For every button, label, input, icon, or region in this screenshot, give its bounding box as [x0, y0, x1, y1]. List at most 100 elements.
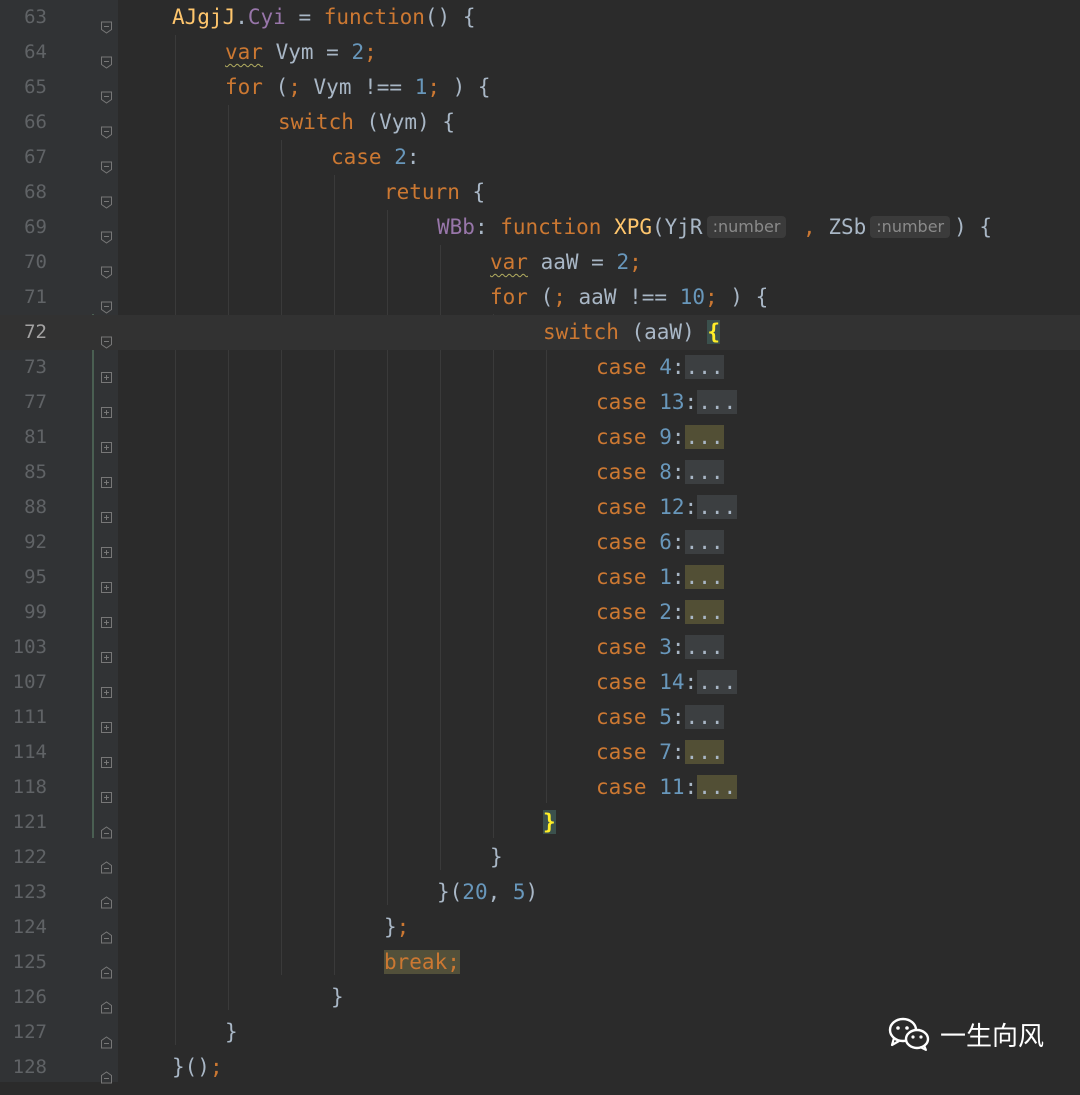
code-text[interactable]: }(); — [172, 1050, 223, 1085]
fold-end-icon[interactable] — [100, 850, 113, 874]
code-text[interactable]: case 7:... — [596, 735, 725, 770]
code-line[interactable]: 65 for (; Vym !== 1; ) { — [0, 70, 1080, 105]
fold-collapse-icon[interactable] — [100, 220, 113, 244]
fold-end-icon[interactable] — [100, 885, 113, 909]
code-line[interactable]: 114 case 7:... — [0, 735, 1080, 770]
code-text[interactable]: return { — [384, 175, 485, 210]
fold-end-icon[interactable] — [100, 1060, 113, 1084]
fold-collapse-icon[interactable] — [100, 150, 113, 174]
folded-region[interactable]: ... — [697, 775, 738, 799]
code-line[interactable]: 124}; — [0, 910, 1080, 945]
code-text[interactable]: break; — [384, 945, 460, 980]
fold-collapse-icon[interactable] — [100, 115, 113, 139]
code-line[interactable]: 66 switch (Vym) { — [0, 105, 1080, 140]
fold-expand-icon[interactable] — [100, 710, 113, 733]
code-text[interactable]: for (; aaW !== 10; ) { — [490, 280, 768, 315]
folded-region[interactable]: ... — [684, 740, 725, 764]
code-text[interactable]: }(20, 5) — [437, 875, 538, 910]
code-text[interactable]: case 2: — [331, 140, 420, 175]
code-text[interactable]: }; — [384, 910, 409, 945]
code-text[interactable]: var aaW = 2; — [490, 245, 642, 280]
code-text[interactable]: WBb: function XPG(YjR:number , ZSb:numbe… — [437, 210, 992, 245]
folded-region[interactable]: ... — [684, 600, 725, 624]
code-line[interactable]: 88 case 12:... — [0, 490, 1080, 525]
code-text[interactable]: } — [225, 1015, 238, 1050]
fold-expand-icon[interactable] — [100, 570, 113, 593]
fold-end-icon[interactable] — [100, 920, 113, 944]
fold-end-icon[interactable] — [100, 815, 113, 839]
code-line[interactable]: 73 case 4:... — [0, 350, 1080, 385]
fold-expand-icon[interactable] — [100, 430, 113, 453]
fold-end-icon[interactable] — [100, 990, 113, 1014]
code-text[interactable]: AJgjJ.Cyi = function() { — [172, 0, 475, 35]
fold-collapse-icon[interactable] — [100, 80, 113, 104]
code-line[interactable]: 121} — [0, 805, 1080, 840]
code-line[interactable]: 64 var Vym = 2; — [0, 35, 1080, 70]
fold-collapse-icon[interactable] — [100, 10, 113, 34]
code-line[interactable]: 70 var aaW = 2; — [0, 245, 1080, 280]
code-line[interactable]: 107 case 14:... — [0, 665, 1080, 700]
folded-region[interactable]: ... — [697, 390, 738, 414]
code-text[interactable]: case 13:... — [596, 385, 738, 420]
code-line[interactable]: 123}(20, 5) — [0, 875, 1080, 910]
code-text[interactable]: case 8:... — [596, 455, 725, 490]
code-text[interactable]: case 11:... — [596, 770, 738, 805]
code-line[interactable]: 85 case 8:... — [0, 455, 1080, 490]
fold-expand-icon[interactable] — [100, 535, 113, 558]
code-text[interactable]: } — [543, 805, 556, 840]
code-text[interactable]: case 6:... — [596, 525, 725, 560]
code-line[interactable]: 68 return { — [0, 175, 1080, 210]
fold-end-icon[interactable] — [100, 955, 113, 979]
code-text[interactable]: var Vym = 2; — [225, 35, 377, 70]
fold-collapse-icon[interactable] — [100, 290, 113, 314]
fold-expand-icon[interactable] — [100, 500, 113, 523]
code-text[interactable]: case 14:... — [596, 665, 738, 700]
code-text[interactable]: switch (Vym) { — [278, 105, 455, 140]
folded-region[interactable]: ... — [684, 425, 725, 449]
code-line[interactable]: 111 case 5:... — [0, 700, 1080, 735]
code-line[interactable]: 92 case 6:... — [0, 525, 1080, 560]
code-text[interactable]: case 1:... — [596, 560, 725, 595]
code-line[interactable]: 81 case 9:... — [0, 420, 1080, 455]
code-line[interactable]: 125 break; — [0, 945, 1080, 980]
code-text[interactable]: for (; Vym !== 1; ) { — [225, 70, 491, 105]
code-line[interactable]: 71 for (; aaW !== 10; ) { — [0, 280, 1080, 315]
folded-region[interactable]: ... — [697, 670, 738, 694]
folded-region[interactable]: ... — [684, 705, 725, 729]
code-text[interactable]: case 9:... — [596, 420, 725, 455]
code-line[interactable]: 95 case 1:... — [0, 560, 1080, 595]
fold-expand-icon[interactable] — [100, 465, 113, 488]
fold-collapse-icon[interactable] — [100, 185, 113, 209]
folded-region[interactable]: ... — [684, 460, 725, 484]
fold-end-icon[interactable] — [100, 1025, 113, 1049]
code-line[interactable]: 77 case 13:... — [0, 385, 1080, 420]
code-text[interactable]: } — [331, 980, 344, 1015]
folded-region[interactable]: ... — [684, 530, 725, 554]
fold-expand-icon[interactable] — [100, 360, 113, 383]
fold-collapse-icon[interactable] — [100, 325, 113, 349]
folded-region[interactable]: ... — [684, 635, 725, 659]
fold-expand-icon[interactable] — [100, 605, 113, 628]
code-line[interactable]: 103 case 3:... — [0, 630, 1080, 665]
fold-expand-icon[interactable] — [100, 780, 113, 803]
folded-region[interactable]: ... — [684, 565, 725, 589]
folded-region[interactable]: ... — [697, 495, 738, 519]
code-line[interactable]: 67 case 2: — [0, 140, 1080, 175]
code-line[interactable]: 118 case 11:... — [0, 770, 1080, 805]
code-line[interactable]: 69 WBb: function XPG(YjR:number , ZSb:num… — [0, 210, 1080, 245]
code-line[interactable]: 99 case 2:... — [0, 595, 1080, 630]
code-text[interactable]: case 12:... — [596, 490, 738, 525]
code-text[interactable]: case 3:... — [596, 630, 725, 665]
code-text[interactable]: case 4:... — [596, 350, 725, 385]
fold-expand-icon[interactable] — [100, 640, 113, 663]
fold-expand-icon[interactable] — [100, 745, 113, 768]
fold-expand-icon[interactable] — [100, 675, 113, 698]
code-line[interactable]: 63 AJgjJ.Cyi = function() { — [0, 0, 1080, 35]
fold-collapse-icon[interactable] — [100, 255, 113, 279]
code-text[interactable]: case 5:... — [596, 700, 725, 735]
code-line[interactable]: 122} — [0, 840, 1080, 875]
code-text[interactable]: case 2:... — [596, 595, 725, 630]
code-line[interactable]: 72 switch (aaW) { — [0, 315, 1080, 350]
folded-region[interactable]: ... — [684, 355, 725, 379]
fold-expand-icon[interactable] — [100, 395, 113, 418]
